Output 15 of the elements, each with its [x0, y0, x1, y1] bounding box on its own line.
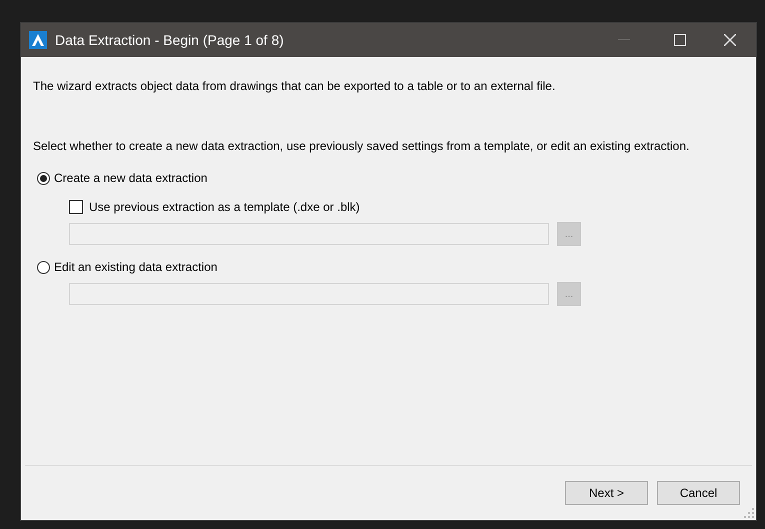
instruction-text: Select whether to create a new data extraction, use previously saved settings from a template, or edit an existing extraction.: [33, 139, 690, 154]
radio-button[interactable]: [37, 260, 50, 274]
app-logo-icon: [29, 31, 47, 49]
radio-button[interactable]: [37, 172, 50, 184]
radio-label[interactable]: Create a new data extraction: [54, 169, 208, 187]
cancel-button[interactable]: Cancel: [657, 481, 740, 505]
next-button[interactable]: Next >: [565, 481, 648, 505]
close-icon[interactable]: [724, 34, 736, 46]
window-title: Data Extraction - Begin (Page 1 of 8): [55, 30, 284, 50]
intro-text: The wizard extracts object data from drawings that can be exported to a table or to an external file.: [33, 78, 556, 95]
resize-grip-icon[interactable]: [744, 508, 754, 518]
checkbox[interactable]: [69, 200, 83, 214]
checkbox-label[interactable]: Use previous extraction as a template (.dxe or .blk): [89, 198, 360, 216]
maximize-icon[interactable]: [674, 34, 686, 46]
radio-label[interactable]: Edit an existing data extraction: [54, 258, 218, 276]
